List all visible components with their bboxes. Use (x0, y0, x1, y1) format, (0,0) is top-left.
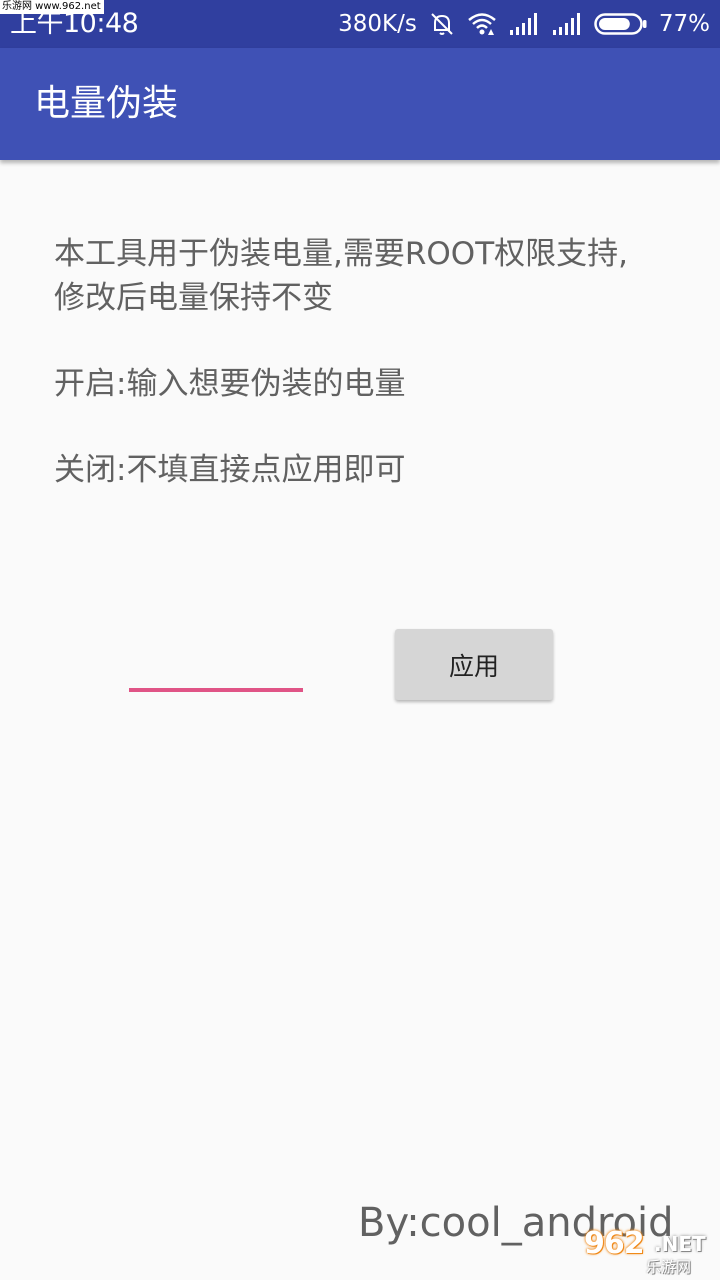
app-bar: 电量伪装 (0, 48, 720, 160)
status-bar: 上午10:48 乐游网 www.962.net 380K/s 77% (0, 0, 720, 48)
app-title: 电量伪装 (34, 83, 179, 124)
watermark-logo-net: .NET (654, 1232, 706, 1256)
battery-input-field[interactable] (130, 640, 302, 688)
net-speed: 380K/s (338, 11, 417, 37)
watermark-logo: 962 .NET 乐游网 (584, 1228, 718, 1278)
battery-percent: 77% (658, 11, 710, 37)
status-right: 380K/s 77% (338, 8, 710, 40)
description-text: 本工具用于伪装电量,需要ROOT权限支持, 修改后电量保持不变 (54, 236, 628, 316)
wifi-icon (467, 11, 497, 37)
battery-input[interactable] (130, 640, 302, 688)
apply-button[interactable]: 应用 (395, 629, 553, 700)
battery-icon (594, 12, 648, 36)
watermark-logo-sub: 乐游网 (646, 1258, 692, 1276)
enable-hint: 开启:输入想要伪装的电量 (54, 366, 406, 402)
watermark-logo-main: 962 (584, 1226, 645, 1261)
disable-hint: 关闭:不填直接点应用即可 (54, 452, 406, 488)
signal-icon (508, 12, 540, 36)
signal-icon (551, 12, 583, 36)
mute-icon (428, 10, 456, 38)
watermark-top: 乐游网 www.962.net (0, 0, 104, 14)
input-underline (129, 688, 303, 692)
instructions: 本工具用于伪装电量,需要ROOT权限支持, 修改后电量保持不变 开启:输入想要伪… (54, 232, 666, 492)
